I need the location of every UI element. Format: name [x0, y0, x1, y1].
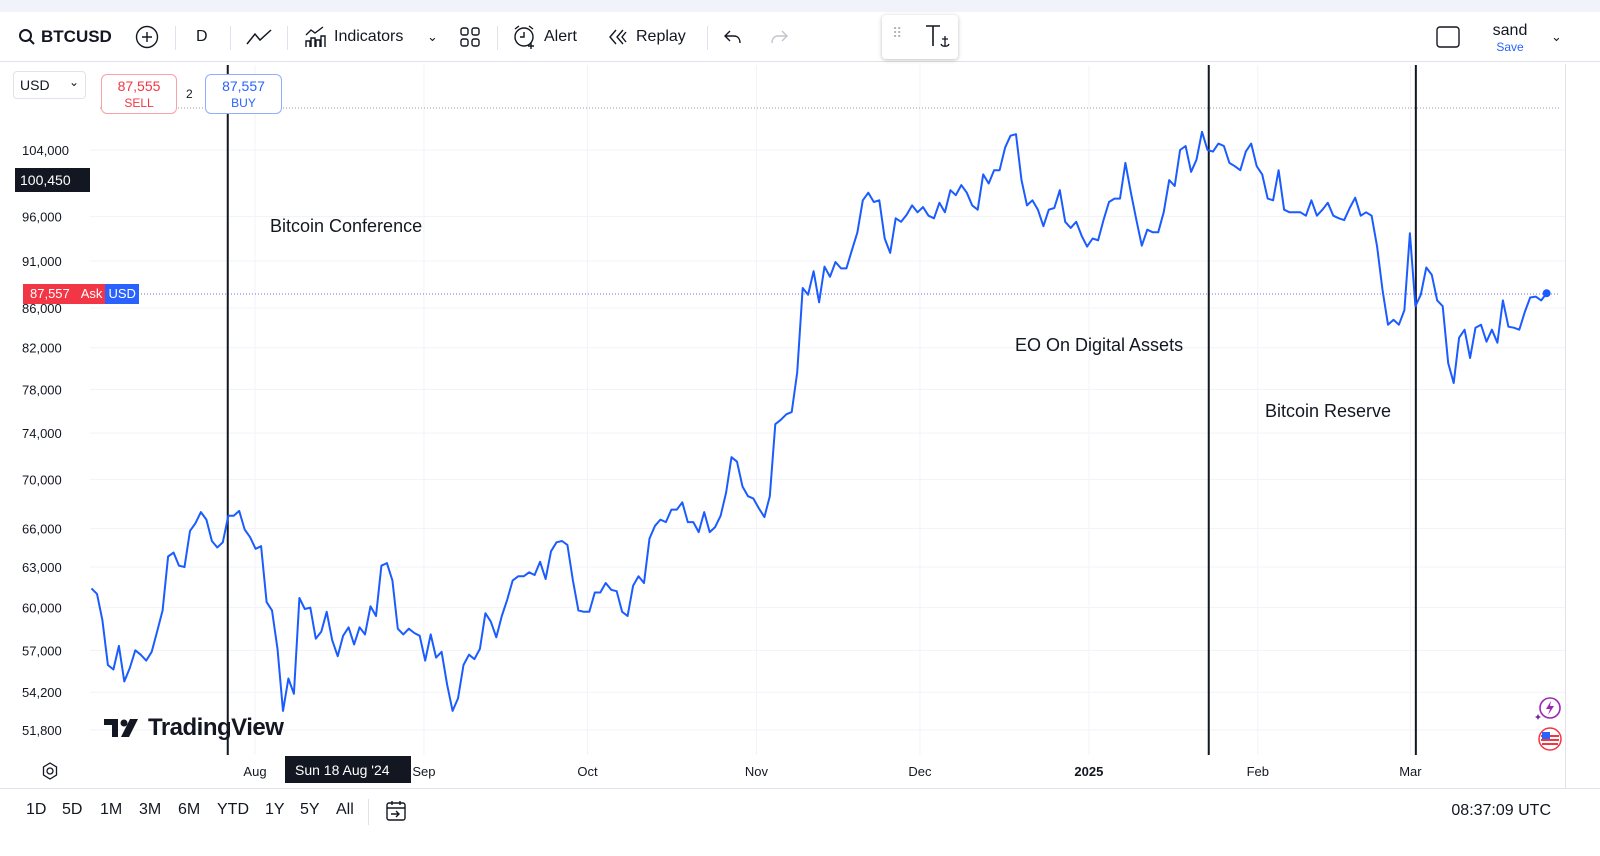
y-axis-tick-label: 74,000	[22, 426, 62, 441]
bottom-toolbar: 1D 5D 1M 3M 6M YTD 1Y 5Y All 08:37:09 UTC	[0, 788, 1600, 834]
range-button-3m[interactable]: 3M	[139, 801, 161, 819]
watermark-text: TradingView	[148, 714, 284, 741]
y-axis-tick-label: 91,000	[22, 254, 62, 269]
sell-label: SELL	[124, 96, 154, 110]
spread-value: 2	[186, 87, 193, 101]
y-axis-tick-label: 96,000	[22, 210, 62, 225]
event-annotation-label[interactable]: Bitcoin Conference	[270, 216, 422, 237]
sell-price: 87,555	[117, 78, 161, 94]
ask-currency: USD	[105, 284, 139, 304]
x-axis-tick-label: Oct	[577, 764, 598, 779]
toolbar-divider	[368, 799, 369, 825]
y-axis-tick-label: 82,000	[22, 341, 62, 356]
x-axis-tick-label: Sep	[412, 764, 435, 779]
us-flag-icon	[1538, 727, 1562, 751]
last-price-label: 87,557 Ask USD	[23, 284, 139, 304]
crosshair-date-label: Sun 18 Aug '24	[285, 756, 411, 783]
buy-button[interactable]: 87,557 BUY	[205, 74, 282, 114]
gear-icon	[42, 762, 58, 780]
x-axis-tick-label: Feb	[1247, 764, 1269, 779]
event-annotation-label[interactable]: EO On Digital Assets	[1015, 335, 1183, 356]
calendar-icon	[386, 801, 406, 821]
ai-assistant-button[interactable]	[1534, 696, 1562, 727]
crosshair-price-label: 100,450	[15, 168, 90, 192]
y-axis-tick-label: 70,000	[22, 472, 62, 487]
lightning-sparkle-icon	[1535, 697, 1561, 720]
range-button-1y[interactable]: 1Y	[265, 801, 285, 819]
range-button-6m[interactable]: 6M	[178, 801, 200, 819]
chevron-down-icon: ⌄	[68, 75, 79, 89]
y-axis-tick-label: 54,200	[22, 685, 62, 700]
currency-value: USD	[20, 77, 50, 93]
market-flag-button[interactable]	[1537, 727, 1563, 756]
go-to-date-button[interactable]	[384, 799, 408, 828]
x-axis-tick-label: Dec	[908, 764, 932, 779]
buy-price: 87,557	[222, 78, 265, 94]
range-button-all[interactable]: All	[336, 801, 354, 819]
currency-select[interactable]: USD ⌄	[13, 71, 86, 99]
event-annotation-label[interactable]: Bitcoin Reserve	[1265, 401, 1391, 422]
y-axis-tick-label: 63,000	[22, 560, 62, 575]
last-price-dot	[1542, 289, 1551, 298]
range-button-ytd[interactable]: YTD	[217, 801, 249, 819]
y-axis-tick-label: 57,000	[22, 643, 62, 658]
x-axis-tick-label: 2025	[1074, 764, 1103, 779]
utc-clock[interactable]: 08:37:09 UTC	[1451, 802, 1551, 820]
x-axis-tick-label: Nov	[745, 764, 769, 779]
range-button-1m[interactable]: 1M	[100, 801, 122, 819]
y-axis-tick-label: 60,000	[22, 601, 62, 616]
tradingview-watermark: TradingView	[104, 714, 284, 742]
y-axis-tick-label: 78,000	[22, 382, 62, 397]
range-button-5d[interactable]: 5D	[62, 801, 82, 819]
sell-button[interactable]: 87,555 SELL	[101, 74, 177, 114]
x-axis-tick-label: Mar	[1399, 764, 1422, 779]
range-button-5y[interactable]: 5Y	[300, 801, 320, 819]
buy-label: BUY	[231, 96, 256, 110]
ask-side: Ask	[76, 284, 106, 304]
x-axis-tick-label: Aug	[243, 764, 266, 779]
y-axis-tick-label: 51,800	[22, 723, 62, 738]
y-axis-tick-label: 104,000	[22, 143, 69, 158]
range-button-1d[interactable]: 1D	[26, 801, 46, 819]
tradingview-logo-icon	[104, 719, 138, 737]
chart-settings-button[interactable]	[40, 761, 60, 786]
y-axis-tick-label: 66,000	[22, 521, 62, 536]
ask-price: 87,557	[23, 284, 77, 304]
